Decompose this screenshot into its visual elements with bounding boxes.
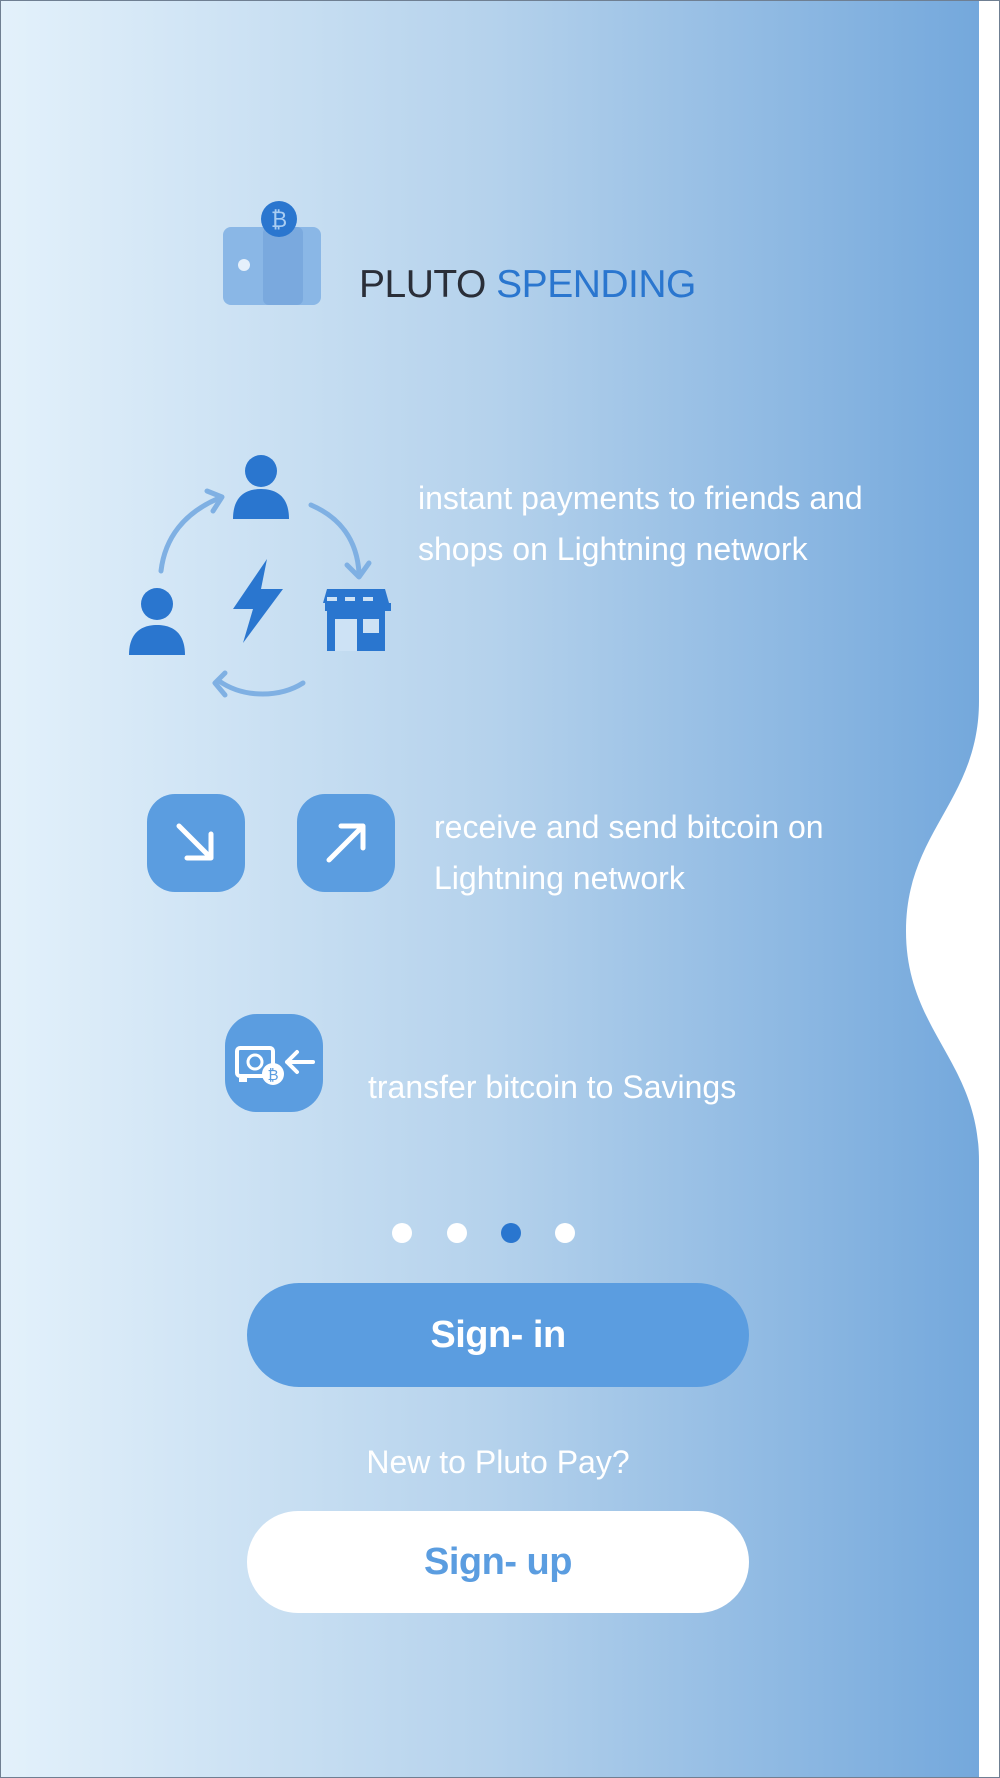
page-dot-3-active[interactable]: [501, 1223, 521, 1243]
brand-title: PLUTO SPENDING: [359, 263, 696, 307]
new-user-prompt: New to Pluto Pay?: [366, 1444, 630, 1480]
sign-up-button[interactable]: Sign- up: [247, 1511, 749, 1613]
receive-arrow-tile: [147, 794, 245, 892]
arrow-down-right-icon: [176, 823, 214, 861]
page-dot-2[interactable]: [447, 1223, 467, 1243]
feature-transfer-savings: transfer bitcoin to Savings: [368, 1062, 888, 1113]
feature-line: Lightning network: [434, 860, 685, 896]
svg-text:₿: ₿: [271, 208, 287, 233]
feature-line: transfer bitcoin to Savings: [368, 1069, 737, 1105]
feature-line: receive and send bitcoin on: [434, 809, 824, 845]
brand-pluto: PLUTO: [359, 263, 486, 306]
savings-transfer-tile: ₿: [225, 1014, 323, 1112]
onboarding-screen: ₿ PLUTO SPENDING instant payments to fri…: [0, 0, 1000, 1778]
savings-transfer-icon: ₿: [235, 1046, 315, 1085]
wallet-bitcoin-logo-icon: ₿: [223, 201, 321, 305]
feature-receive-send: receive and send bitcoin on Lightning ne…: [434, 802, 954, 904]
send-arrow-tile: [297, 794, 395, 892]
page-dot-1[interactable]: [392, 1223, 412, 1243]
brand-spending: SPENDING: [496, 263, 696, 306]
svg-text:₿: ₿: [267, 1066, 278, 1084]
lightning-payments-cycle-icon: [129, 455, 391, 698]
feature-line: shops on Lightning network: [418, 531, 808, 567]
arrow-up-right-icon: [326, 823, 366, 863]
page-indicator: [381, 1223, 581, 1245]
sign-in-button[interactable]: Sign- in: [247, 1283, 749, 1387]
feature-line: instant payments to friends and: [418, 480, 863, 516]
page-dot-4[interactable]: [555, 1223, 575, 1243]
feature-instant-payments: instant payments to friends and shops on…: [418, 473, 958, 575]
